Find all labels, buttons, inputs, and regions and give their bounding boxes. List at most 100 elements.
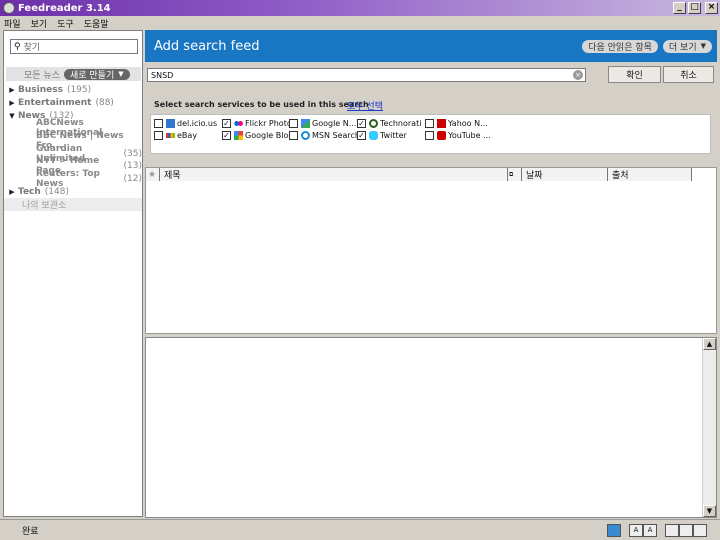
service-technorati[interactable]: ✓ Technorati — [357, 118, 421, 129]
service-google-blog[interactable]: ✓ Google Blog — [222, 130, 293, 141]
chevron-down-icon: ▼ — [700, 42, 706, 50]
minimize-button[interactable]: _ — [673, 2, 686, 14]
star-icon: ★ — [148, 169, 157, 180]
service-flickr[interactable]: ✓ Flickr Photo — [222, 118, 292, 129]
checkbox[interactable]: ✓ — [357, 131, 366, 140]
service-label: Twitter — [380, 131, 407, 140]
menu-tools[interactable]: 도구 — [57, 17, 74, 30]
feed-tree: ▶ Business (195) ▶ Entertainment (88) ▼ … — [4, 84, 142, 211]
results-table: ★ 제목 ⧉ 날짜 출처 — [145, 167, 717, 334]
search-feed-input[interactable]: SNSD × — [147, 68, 586, 82]
page-title: Add search feed — [154, 38, 260, 54]
menu-help[interactable]: 도움말 — [84, 17, 109, 30]
checkbox[interactable]: ✓ — [222, 119, 231, 128]
layout-vertical-icon[interactable] — [693, 524, 707, 537]
checkbox[interactable] — [289, 131, 298, 140]
service-label: eBay — [177, 131, 198, 140]
msn-icon — [301, 131, 310, 140]
more-button[interactable]: 더 보기 ▼ — [662, 39, 712, 53]
layout-standard-icon[interactable] — [665, 524, 679, 537]
sidebar-search-input[interactable]: ⚲ 찾기 — [10, 39, 138, 54]
more-label: 더 보기 — [668, 42, 697, 53]
menu-file[interactable]: 파일 — [4, 17, 21, 30]
status-text: 완료 — [22, 526, 39, 537]
expand-arrow-icon[interactable]: ▶ — [6, 99, 18, 107]
checkbox[interactable]: ✓ — [357, 119, 366, 128]
tree-item-reuters[interactable]: Reuters: Top News (12) — [4, 169, 142, 189]
services-panel: del.icio.us ✓ Flickr Photo Google N... ✓… — [150, 114, 711, 154]
maximize-button[interactable]: □ — [688, 2, 701, 14]
close-button[interactable]: × — [705, 2, 718, 14]
service-label: Technorati — [380, 119, 422, 128]
ebay-icon — [166, 133, 175, 138]
google-news-icon — [301, 119, 310, 128]
sidebar: ⚲ 찾기 모든 뉴스 새로 만들기 ▼ ▶ Business (195) ▶ E… — [3, 30, 143, 517]
tree-item-archive[interactable]: 나의 보관소 — [4, 198, 142, 211]
ok-button[interactable]: 확인 — [608, 66, 661, 83]
service-label: YouTube ... — [448, 131, 491, 140]
tree-item-business[interactable]: ▶ Business (195) — [4, 84, 142, 97]
menu-view[interactable]: 보기 — [31, 17, 48, 30]
all-news-label[interactable]: 모든 뉴스 — [24, 68, 60, 81]
expand-arrow-icon[interactable]: ▶ — [6, 86, 18, 94]
service-label: Flickr Photo — [245, 119, 292, 128]
select-all-link[interactable]: 모두 선택 — [347, 99, 383, 112]
tree-item-count: (148) — [44, 186, 69, 197]
column-attachment[interactable]: ⧉ — [508, 168, 522, 181]
menu-bar: 파일 보기 도구 도움말 — [0, 16, 720, 30]
technorati-icon — [369, 119, 378, 128]
star-column-header[interactable]: ★ — [146, 168, 160, 181]
service-label: Yahoo N... — [448, 119, 488, 128]
service-label: Google N... — [312, 119, 357, 128]
services-title: Select search services to be used in thi… — [154, 100, 369, 109]
search-placeholder: 찾기 — [23, 43, 41, 53]
search-query-value: SNSD — [151, 70, 174, 80]
scroll-down-icon[interactable]: ▼ — [703, 505, 716, 517]
window-title: Feedreader 3.14 — [18, 2, 111, 14]
service-msn-search[interactable]: MSN Search — [289, 130, 360, 141]
preview-scrollbar[interactable]: ▲ ▼ — [702, 338, 716, 517]
tree-item-label: Tech — [18, 186, 41, 197]
column-date[interactable]: 날짜 — [522, 168, 608, 181]
expand-arrow-icon[interactable]: ▶ — [6, 188, 18, 196]
tree-item-count: (195) — [66, 85, 92, 96]
service-delicious[interactable]: del.icio.us — [154, 118, 217, 129]
title-bar: Feedreader 3.14 _ □ × — [0, 0, 720, 16]
tree-item-count: (35) — [123, 148, 142, 159]
font-size-icon[interactable]: A — [643, 524, 657, 537]
service-label: MSN Search — [312, 131, 360, 140]
checkbox[interactable] — [154, 131, 163, 140]
reading-pane-icon[interactable]: A — [629, 524, 643, 537]
checkbox[interactable] — [425, 131, 434, 140]
service-yahoo-news[interactable]: Yahoo N... — [425, 118, 488, 129]
service-youtube[interactable]: YouTube ... — [425, 130, 491, 141]
checkbox[interactable]: ✓ — [222, 131, 231, 140]
clear-icon[interactable]: × — [573, 70, 583, 80]
new-feed-button[interactable]: 새로 만들기 ▼ — [63, 68, 130, 81]
status-bar: 완료 A A — [0, 519, 720, 540]
online-status-icon[interactable] — [607, 524, 621, 537]
table-header: ★ 제목 ⧉ 날짜 출처 — [146, 168, 692, 181]
scroll-up-icon[interactable]: ▲ — [703, 338, 716, 350]
sidebar-header: 모든 뉴스 새로 만들기 ▼ — [6, 67, 141, 81]
checkbox[interactable] — [289, 119, 298, 128]
cancel-button[interactable]: 취소 — [663, 66, 714, 83]
twitter-icon — [369, 131, 378, 140]
service-google-news[interactable]: Google N... — [289, 118, 356, 129]
collapse-arrow-icon[interactable]: ▼ — [6, 112, 18, 120]
layout-wide-icon[interactable] — [679, 524, 693, 537]
tree-item-label: Entertainment — [18, 98, 92, 109]
checkbox[interactable] — [425, 119, 434, 128]
column-title[interactable]: 제목 — [160, 168, 508, 181]
service-twitter[interactable]: ✓ Twitter — [357, 130, 407, 141]
google-blog-icon — [234, 131, 243, 140]
youtube-icon — [437, 131, 446, 140]
preview-pane: ▲ ▼ — [145, 337, 717, 518]
service-ebay[interactable]: eBay — [154, 130, 197, 141]
yahoo-icon — [437, 119, 446, 128]
tree-item-entertainment[interactable]: ▶ Entertainment (88) — [4, 97, 142, 110]
column-source[interactable]: 출처 — [608, 168, 692, 181]
next-unread-button[interactable]: 다음 안읽은 항목 — [582, 39, 658, 53]
tree-item-label: Business — [18, 85, 63, 96]
checkbox[interactable] — [154, 119, 163, 128]
